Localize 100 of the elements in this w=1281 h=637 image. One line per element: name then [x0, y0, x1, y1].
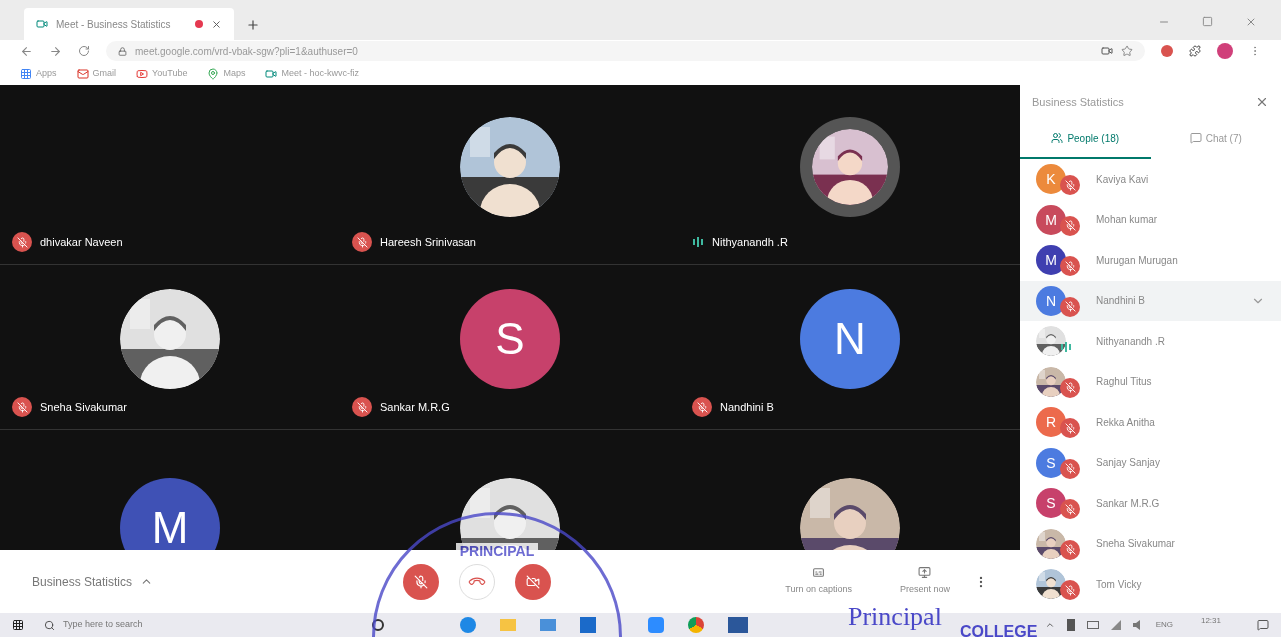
captions-icon: [812, 566, 826, 580]
participant-name: Sankar M.R.G: [380, 399, 450, 415]
panel-tab[interactable]: Chat (7): [1150, 119, 1281, 159]
participant-name: Rekka Anitha: [1096, 415, 1156, 430]
maximize-icon[interactable]: [1202, 16, 1213, 27]
participant-name: Nithyanandh .R: [712, 234, 788, 250]
search-icon: [44, 619, 55, 631]
mic-off-icon: [12, 397, 32, 417]
reload-icon[interactable]: [78, 45, 90, 57]
new-tab-icon[interactable]: [246, 18, 260, 32]
audio-level-icon: [692, 237, 704, 247]
star-icon[interactable]: [1121, 45, 1133, 57]
avatar: S: [460, 289, 560, 389]
camera-icon[interactable]: [1101, 45, 1113, 57]
participant-name: Mohan kumar: [1096, 213, 1159, 228]
lock-icon: [118, 46, 127, 56]
avatar: K: [1036, 164, 1066, 195]
avatar: M: [1036, 204, 1066, 235]
meeting-action[interactable]: Turn on captions: [785, 566, 852, 597]
url-text: meet.google.com/vrd-vbak-sgw?pli=1&authuser=0: [135, 44, 358, 59]
mic-off-icon: [1060, 499, 1080, 520]
close-icon[interactable]: [211, 18, 222, 30]
mic-off-icon: [352, 397, 372, 417]
mail-icon: [76, 67, 89, 80]
participant-name: Sankar M.R.G: [1096, 496, 1161, 511]
back-icon[interactable]: [20, 44, 33, 58]
close-icon[interactable]: [1245, 16, 1257, 28]
bookmark[interactable]: Meet - hoc-kwvc-fiz: [265, 66, 359, 81]
signal-icon[interactable]: [1110, 620, 1121, 630]
battery-icon[interactable]: [1066, 619, 1075, 631]
avatar: S: [1036, 447, 1066, 478]
start-icon[interactable]: [12, 619, 24, 631]
hang-up-button[interactable]: [459, 563, 496, 600]
chrome-icon[interactable]: [688, 617, 704, 633]
camera-off-button[interactable]: [515, 563, 552, 600]
avatar: M: [120, 477, 220, 550]
apps-icon: [20, 67, 32, 80]
participant-name: Nithyanandh .R: [1096, 334, 1166, 349]
mic-off-icon: [1060, 539, 1080, 560]
participant-name: Nandhini B: [720, 399, 774, 415]
participant-name: Hareesh Srinivasan: [380, 234, 476, 250]
audio-level-icon: [1060, 342, 1072, 353]
seal-stamp: PRINCIPAL: [372, 512, 622, 637]
close-icon[interactable]: [1255, 95, 1269, 109]
clock[interactable]: 12:31: [1200, 615, 1221, 627]
mic-off-icon: [414, 574, 429, 589]
panel-title: Business Statistics: [1032, 94, 1124, 110]
tab-title: Meet - Business Statistics: [56, 17, 172, 32]
video-icon: [265, 67, 278, 80]
mic-off-button[interactable]: [403, 563, 440, 600]
participant-name: Tom Vicky: [1096, 577, 1143, 592]
forward-icon[interactable]: [49, 44, 62, 58]
mic-off-icon: [1060, 215, 1080, 236]
bookmark[interactable]: Maps: [207, 66, 246, 81]
camera-off-icon: [526, 574, 541, 589]
extension-icon[interactable]: [1161, 45, 1173, 57]
edge-icon[interactable]: [460, 617, 476, 633]
avatar: S: [1036, 488, 1066, 519]
participant-row[interactable]: N Nandhini B: [1020, 280, 1281, 321]
zoom-icon[interactable]: [648, 617, 664, 633]
participant-name: Sanjay Sanjay: [1096, 456, 1161, 471]
address-bar[interactable]: meet.google.com/vrd-vbak-sgw?pli=1&authuser=0: [106, 41, 1145, 61]
network-icon[interactable]: [1086, 621, 1099, 629]
participant-name: dhivakar Naveen: [40, 234, 123, 250]
meeting-action[interactable]: Present now: [899, 566, 950, 597]
meeting-title: Business Statistics: [32, 573, 133, 591]
present-screen-icon: [918, 566, 932, 580]
taskbar-search[interactable]: Type here to search: [36, 613, 336, 637]
video-icon: [36, 18, 48, 30]
mic-off-icon: [12, 232, 32, 252]
signature: Principal: [848, 604, 942, 630]
chevron-up-icon[interactable]: [1044, 620, 1055, 630]
mic-off-icon: [692, 397, 712, 417]
bookmark[interactable]: Gmail: [76, 66, 117, 81]
participant-name: Murugan Murugan: [1096, 253, 1179, 268]
map-pin-icon: [207, 67, 220, 80]
mic-off-icon: [1060, 256, 1080, 277]
participant-name: Nandhini B: [1096, 294, 1146, 309]
mic-off-icon: [1060, 418, 1080, 439]
college-stamp-text: COLLEGE: [960, 624, 1038, 637]
participant-name: Sneha Sivakumar: [1096, 537, 1176, 552]
chat-icon: [1189, 132, 1202, 144]
participant-name: Sneha Sivakumar: [40, 399, 127, 415]
mic-off-icon: [1060, 580, 1080, 601]
puzzle-icon[interactable]: [1189, 45, 1201, 57]
mic-off-icon: [352, 232, 372, 252]
language-indicator[interactable]: ENG: [1155, 619, 1173, 631]
bookmark[interactable]: YouTube: [136, 66, 188, 81]
profile-avatar[interactable]: [1217, 43, 1233, 59]
avatar: N: [1036, 285, 1066, 316]
people-icon: [1051, 132, 1064, 144]
play-icon: [136, 67, 149, 80]
avatar: N: [800, 289, 900, 389]
browser-tab[interactable]: Meet - Business Statistics: [24, 8, 234, 40]
notification-icon[interactable]: [1257, 619, 1269, 631]
bookmark[interactable]: Apps: [20, 66, 57, 81]
mic-off-icon: [1060, 377, 1080, 398]
avatar: R: [1036, 407, 1066, 438]
participant-name: Kaviya Kavi: [1096, 172, 1150, 187]
participant-name: Raghul Titus: [1096, 375, 1153, 390]
